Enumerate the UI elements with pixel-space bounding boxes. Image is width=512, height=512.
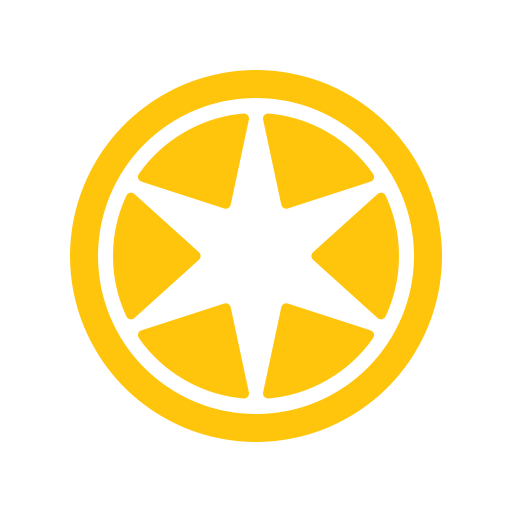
image-canvas: [0, 0, 512, 512]
lemon-slice-icon: [0, 0, 512, 512]
lemon-slice-graphic: [70, 70, 442, 442]
